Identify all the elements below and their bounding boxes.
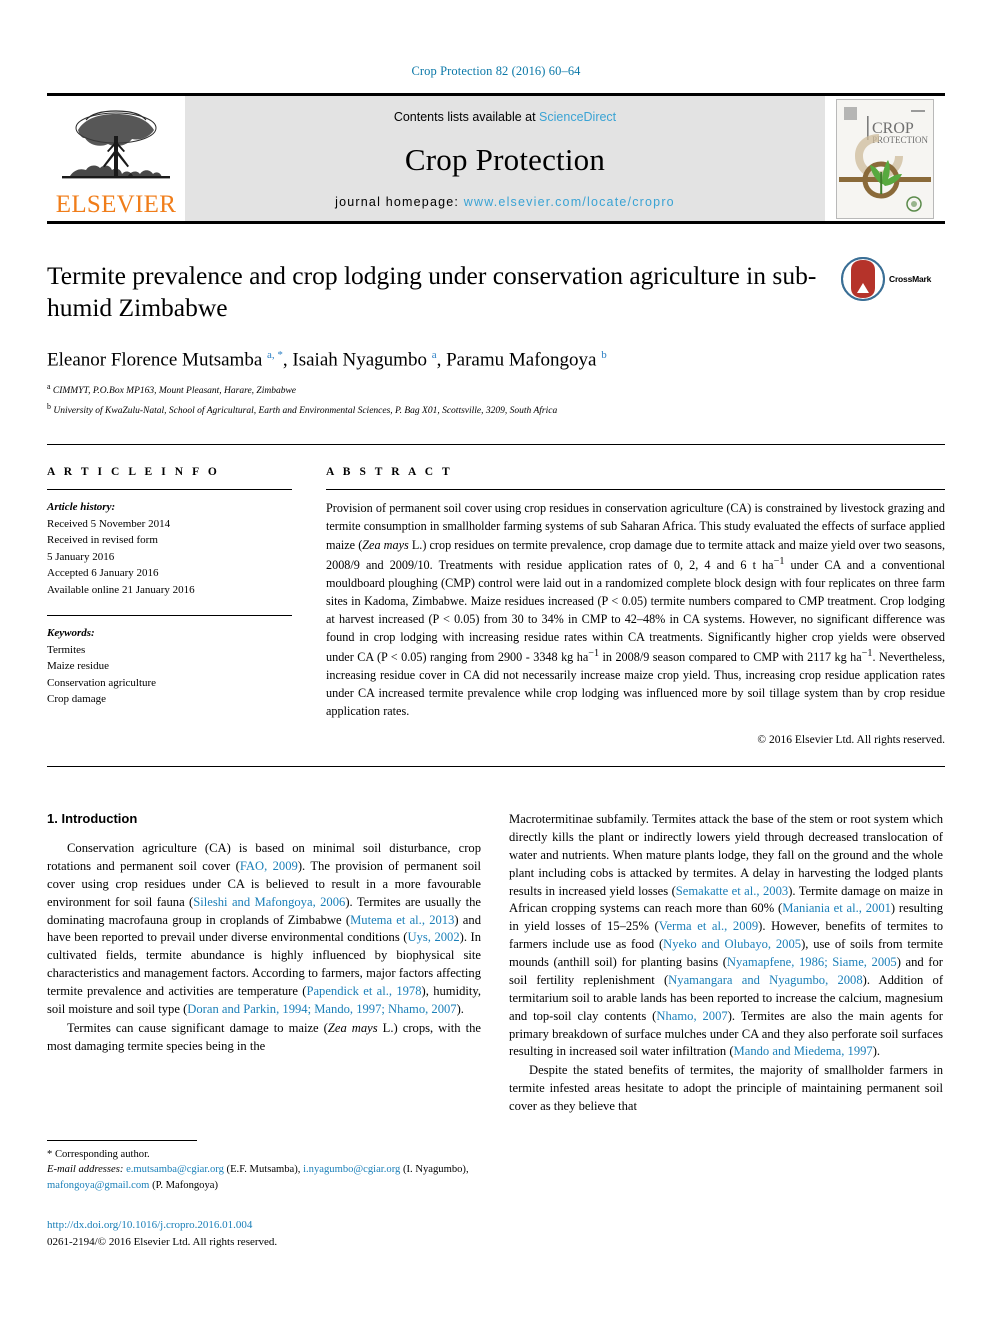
cover-artwork: CROP PROTECTION xyxy=(837,99,933,218)
history-item: Received in revised form xyxy=(47,534,158,547)
email-owner: (I. Nyagumbo) xyxy=(403,1164,466,1176)
history-item: Available online 21 January 2016 xyxy=(47,583,195,596)
section-heading-introduction: 1. Introduction xyxy=(47,811,138,827)
email-link[interactable]: mafongoya@gmail.com xyxy=(47,1180,149,1191)
article-info-rule xyxy=(47,489,292,491)
email-addresses-note: E-mail addresses: e.mutsamba@cgiar.org (… xyxy=(47,1162,481,1193)
author-list: Eleanor Florence Mutsamba a, *, Isaiah N… xyxy=(47,349,607,371)
abstract-text: Provision of permanent soil cover using … xyxy=(326,501,945,719)
abstract-heading: A B S T R A C T xyxy=(326,466,453,479)
keywords-block: Keywords: Termites Maize residue Conserv… xyxy=(47,625,292,708)
history-item: Accepted 6 January 2016 xyxy=(47,567,159,580)
article-history-block: Article history: Received 5 November 201… xyxy=(47,499,292,598)
divider-below-abstract xyxy=(47,766,945,768)
email-link[interactable]: i.nyagumbo@cgiar.org xyxy=(303,1164,400,1175)
journal-cover-container: CROP PROTECTION xyxy=(825,96,945,221)
footnote-area: * Corresponding author. E-mail addresses… xyxy=(47,1140,481,1250)
intro-paragraph: Termites can cause significant damage to… xyxy=(47,1020,481,1053)
journal-masthead: ELSEVIER Contents lists available at Sci… xyxy=(47,93,945,224)
doi-block: http://dx.doi.org/10.1016/j.cropro.2016.… xyxy=(47,1217,481,1250)
email-label: E-mail addresses: xyxy=(47,1164,124,1176)
keywords-rule xyxy=(47,615,292,617)
intro-paragraph: Despite the stated benefits of termites,… xyxy=(509,1063,943,1114)
email-owner: (P. Mafongoya) xyxy=(152,1179,218,1191)
keyword-item: Termites xyxy=(47,643,86,656)
article-history-label: Article history: xyxy=(47,501,116,514)
affiliation-a: a CIMMYT, P.O.Box MP163, Mount Pleasant,… xyxy=(47,381,945,399)
keyword-item: Crop damage xyxy=(47,693,106,706)
issn-copyright-line: 0261-2194/© 2016 Elsevier Ltd. All right… xyxy=(47,1235,278,1248)
affiliation-b: b University of KwaZulu-Natal, School of… xyxy=(47,401,945,419)
running-head: Crop Protection 82 (2016) 60–64 xyxy=(411,64,581,78)
affiliation-marker-b: b xyxy=(47,401,51,411)
homepage-prefix: journal homepage: xyxy=(335,195,464,209)
journal-homepage-link[interactable]: www.elsevier.com/locate/cropro xyxy=(464,195,675,209)
affiliation-marker-a: a xyxy=(47,381,51,391)
article-first-page: Crop Protection 82 (2016) 60–64 ELSEVIER… xyxy=(0,0,992,1323)
affiliation-a-text: CIMMYT, P.O.Box MP163, Mount Pleasant, H… xyxy=(52,385,297,396)
affiliation-b-text: University of KwaZulu-Natal, School of A… xyxy=(53,405,558,416)
corresponding-author-note: * Corresponding author. xyxy=(47,1149,150,1160)
title-block: CrossMark Termite prevalence and crop lo… xyxy=(47,257,945,419)
page-title: Termite prevalence and crop lodging unde… xyxy=(47,261,817,323)
keyword-item: Maize residue xyxy=(47,660,109,673)
article-info-column: A R T I C L E I N F O Article history: R… xyxy=(47,466,292,746)
elsevier-wordmark: ELSEVIER xyxy=(55,191,177,218)
article-info-heading: A R T I C L E I N F O xyxy=(47,466,220,479)
journal-homepage-line: journal homepage: www.elsevier.com/locat… xyxy=(335,195,675,209)
email-separator: , xyxy=(465,1164,469,1176)
journal-title: Crop Protection xyxy=(404,141,606,177)
keywords-label: Keywords: xyxy=(47,627,95,640)
history-item: 5 January 2016 xyxy=(47,550,115,563)
abstract-rule xyxy=(326,489,945,491)
email-link[interactable]: e.mutsamba@cgiar.org xyxy=(126,1164,224,1175)
email-owner: (E.F. Mutsamba) xyxy=(226,1164,298,1176)
contents-prefix: Contents lists available at xyxy=(393,110,540,124)
elsevier-logo: ELSEVIER xyxy=(47,96,185,221)
doi-link[interactable]: http://dx.doi.org/10.1016/j.cropro.2016.… xyxy=(47,1217,481,1234)
masthead-center: Contents lists available at ScienceDirec… xyxy=(185,96,825,221)
info-abstract-section: A R T I C L E I N F O Article history: R… xyxy=(47,445,945,746)
footnote-rule xyxy=(47,1140,197,1141)
keyword-item: Conservation agriculture xyxy=(47,676,157,689)
contents-available-line: Contents lists available at ScienceDirec… xyxy=(394,110,616,124)
history-item: Received 5 November 2014 xyxy=(47,517,171,530)
body-column-right: Macrotermitinae subfamily. Termites atta… xyxy=(509,811,943,1117)
crossmark-icon xyxy=(841,257,885,301)
journal-cover-thumbnail: CROP PROTECTION xyxy=(836,98,934,219)
sciencedirect-link[interactable]: ScienceDirect xyxy=(539,110,616,124)
crossmark-badge[interactable]: CrossMark xyxy=(841,256,945,302)
abstract-column: A B S T R A C T Provision of permanent s… xyxy=(326,466,945,746)
copyright-line: © 2016 Elsevier Ltd. All rights reserved… xyxy=(757,734,945,747)
intro-paragraph: Macrotermitinae subfamily. Termites atta… xyxy=(509,812,944,1059)
elsevier-tree-icon xyxy=(62,110,170,179)
intro-paragraph: Conservation agriculture (CA) is based o… xyxy=(47,841,482,1016)
crossmark-label: CrossMark xyxy=(889,274,932,284)
body-columns: 1. Introduction Conservation agriculture… xyxy=(47,811,945,1117)
body-column-left: 1. Introduction Conservation agriculture… xyxy=(47,811,481,1117)
cover-title-bottom: PROTECTION xyxy=(872,135,929,145)
